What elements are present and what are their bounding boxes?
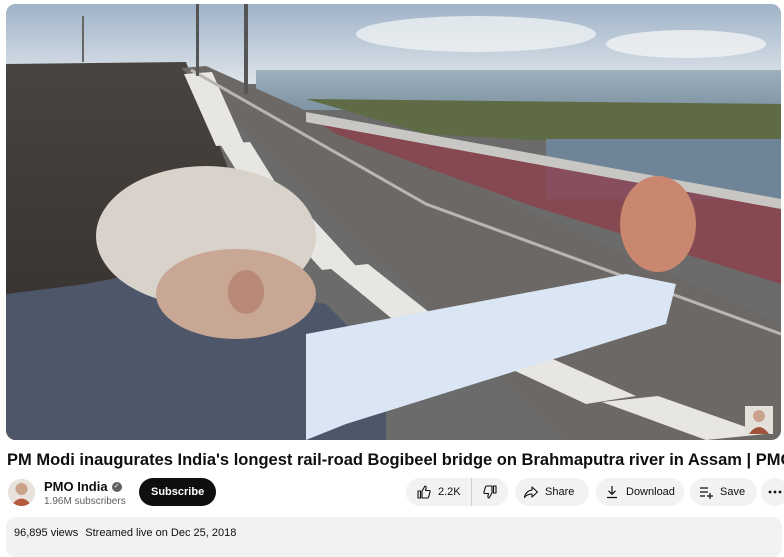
download-label: Download bbox=[626, 486, 675, 498]
video-player[interactable] bbox=[6, 4, 781, 440]
video-title: PM Modi inaugurates India's longest rail… bbox=[7, 451, 784, 469]
description-box[interactable]: 96,895 views Streamed live on Dec 25, 20… bbox=[6, 517, 782, 557]
subscriber-count: 1.96M subscribers bbox=[44, 496, 126, 507]
thumbs-down-icon bbox=[482, 485, 497, 499]
channel-name[interactable]: PMO India ✓ bbox=[44, 479, 122, 494]
check-circle-icon: ✓ bbox=[111, 481, 122, 492]
video-actions-row: PMO India ✓ 1.96M subscribers Subscribe … bbox=[6, 475, 784, 509]
view-count: 96,895 views bbox=[14, 527, 79, 539]
more-actions-button[interactable] bbox=[761, 478, 784, 506]
thumbs-up-icon bbox=[417, 485, 431, 499]
dislike-button[interactable] bbox=[472, 478, 498, 506]
channel-avatar[interactable] bbox=[8, 479, 35, 506]
share-label: Share bbox=[545, 486, 575, 498]
channel-watermark[interactable] bbox=[745, 406, 773, 434]
more-horizontal-icon bbox=[768, 490, 781, 494]
video-frame-image bbox=[6, 4, 781, 440]
like-count: 2.2K bbox=[438, 486, 461, 498]
download-button[interactable]: Download bbox=[596, 478, 684, 506]
like-button[interactable]: 2.2K bbox=[406, 478, 472, 506]
channel-name-text[interactable]: PMO India bbox=[44, 479, 108, 494]
like-dislike-group: 2.2K bbox=[406, 478, 508, 506]
save-button[interactable]: Save bbox=[690, 478, 757, 506]
subscribe-button[interactable]: Subscribe bbox=[139, 478, 217, 506]
share-arrow-icon bbox=[523, 486, 539, 499]
save-label: Save bbox=[720, 486, 746, 498]
description-meta: 96,895 views Streamed live on Dec 25, 20… bbox=[14, 527, 240, 539]
download-icon bbox=[607, 486, 617, 499]
playlist-add-icon bbox=[700, 487, 713, 499]
share-button[interactable]: Share bbox=[515, 478, 589, 506]
stream-date: Streamed live on Dec 25, 2018 bbox=[85, 527, 237, 539]
